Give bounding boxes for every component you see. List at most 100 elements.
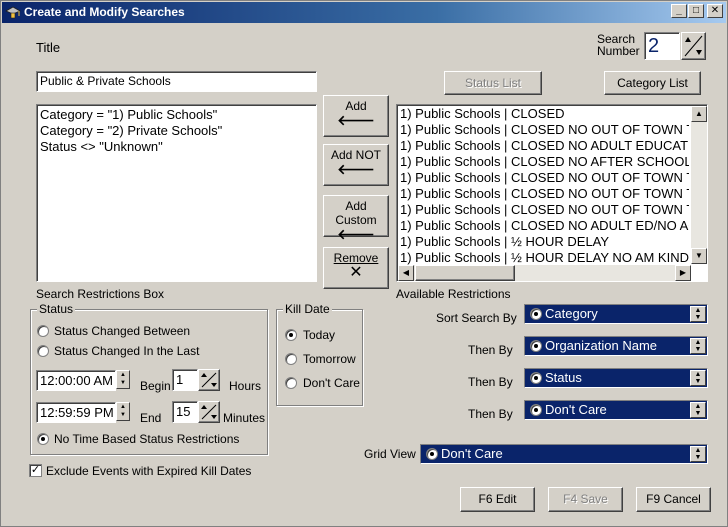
status-list-button[interactable]: Status List — [444, 71, 542, 95]
vertical-scrollbar[interactable]: ▲ ▼ — [691, 106, 707, 264]
remove-button[interactable]: Remove ✕ — [323, 247, 389, 289]
grid-view-radio — [426, 448, 438, 460]
add-custom-button[interactable]: Add Custom 🡐 — [323, 195, 389, 241]
arrow-left-icon: 🡐 — [337, 226, 375, 242]
title-input-value: Public & Private Schools — [40, 74, 171, 88]
spin-arrows-icon — [684, 35, 703, 57]
category-list-button[interactable]: Category List — [604, 71, 701, 95]
available-restriction-item[interactable]: 1) Public Schools | CLOSED NO OUT OF TOW… — [397, 170, 689, 186]
begin-label: Begin — [140, 379, 171, 393]
create-modify-searches-window: Create and Modify Searches _ □ ✕ Title P… — [0, 0, 728, 527]
hours-value: 1 — [176, 372, 184, 387]
begin-time-spin[interactable]: ▲ ▼ — [116, 370, 130, 389]
sort-radio — [530, 404, 542, 416]
then-by-1-select[interactable]: Organization Name ▲ ▼ — [524, 336, 708, 356]
hours-spin[interactable] — [198, 369, 220, 391]
available-restriction-item[interactable]: 1) Public Schools | ½ HOUR DELAY NO AM K… — [397, 250, 689, 266]
minimize-button[interactable]: _ — [671, 4, 687, 18]
restriction-item[interactable]: Status <> "Unknown" — [37, 139, 316, 155]
sort-radio — [530, 308, 542, 320]
then-by-2-select[interactable]: Status ▲ ▼ — [524, 368, 708, 388]
available-restriction-item[interactable]: 1) Public Schools | CLOSED NO ADULT EDUC… — [397, 138, 689, 154]
scroll-left-icon[interactable]: ◀ — [398, 265, 414, 281]
close-button[interactable]: ✕ — [707, 4, 723, 18]
spin-arrows-icon[interactable]: ▲ ▼ — [690, 338, 706, 354]
spin-arrows-icon[interactable]: ▲ ▼ — [690, 402, 706, 418]
title-bar[interactable]: Create and Modify Searches — [2, 2, 726, 23]
search-number-spin[interactable] — [681, 32, 706, 60]
kill-date-dont-care-radio[interactable] — [285, 377, 297, 389]
title-label: Title — [36, 40, 61, 55]
grid-view-label: Grid View — [364, 447, 416, 461]
spin-arrows-icon — [201, 372, 217, 388]
x-icon: ✕ — [349, 264, 363, 281]
available-restriction-item[interactable]: 1) Public Schools | CLOSED NO AFTER SCHO… — [397, 154, 689, 170]
exclude-expired-checkbox[interactable]: ✓ — [29, 464, 42, 477]
available-restriction-item[interactable]: 1) Public Schools | CLOSED NO OUT OF TOW… — [397, 202, 689, 218]
search-restrictions-label: Search Restrictions Box — [36, 287, 165, 301]
end-time-input[interactable]: 12:59:59 PM — [36, 402, 116, 423]
status-changed-between-radio[interactable] — [37, 325, 49, 337]
hours-input[interactable]: 1 — [172, 369, 198, 391]
kill-date-today-radio[interactable] — [285, 329, 297, 341]
end-label: End — [140, 411, 162, 425]
scroll-up-icon[interactable]: ▲ — [691, 106, 707, 122]
begin-time-value: 12:00:00 AM — [40, 373, 113, 388]
title-input[interactable]: Public & Private Schools — [36, 71, 317, 92]
f6-edit-button[interactable]: F6 Edit — [460, 487, 535, 512]
then-by-3-value: Don't Care — [545, 402, 607, 417]
available-restriction-item[interactable]: 1) Public Schools | ½ HOUR DELAY — [397, 234, 689, 250]
kill-date-group-title: Kill Date — [283, 302, 332, 316]
available-restriction-item[interactable]: 1) Public Schools | CLOSED — [397, 106, 689, 122]
no-time-restrictions-radio[interactable] — [37, 433, 49, 445]
spin-arrows-icon — [201, 404, 217, 420]
horizontal-scrollbar[interactable]: ◀ ▶ — [398, 265, 691, 281]
minutes-label: Minutes — [223, 411, 266, 425]
add-not-button[interactable]: Add NOT 🡐 — [323, 144, 389, 186]
hours-label: Hours — [229, 379, 262, 393]
grid-view-value: Don't Care — [441, 446, 503, 461]
status-changed-between-label: Status Changed Between — [54, 324, 191, 338]
search-restrictions-list[interactable]: Category = "1) Public Schools" Category =… — [36, 104, 317, 282]
status-changed-last-radio[interactable] — [37, 345, 49, 357]
restriction-item[interactable]: Category = "2) Private Schools" — [37, 123, 316, 139]
sort-radio — [530, 372, 542, 384]
available-restriction-item[interactable]: 1) Public Schools | CLOSED NO OUT OF TOW… — [397, 122, 689, 138]
minutes-input[interactable]: 15 — [172, 401, 198, 423]
available-restrictions-label: Available Restrictions — [396, 287, 511, 301]
scroll-down-icon[interactable]: ▼ — [691, 248, 707, 264]
f9-cancel-button[interactable]: F9 Cancel — [636, 487, 711, 512]
sort-radio — [530, 340, 542, 352]
remove-button-label: Remove — [333, 251, 379, 265]
available-restriction-item[interactable]: 1) Public Schools | CLOSED NO OUT OF TOW… — [397, 186, 689, 202]
maximize-button[interactable]: □ — [688, 4, 704, 18]
status-group-title: Status — [37, 302, 76, 316]
available-restrictions-list[interactable]: 1) Public Schools | CLOSED 1) Public Scho… — [396, 104, 708, 282]
status-changed-last-label: Status Changed In the Last — [54, 344, 200, 358]
sort-search-by-select[interactable]: Category ▲ ▼ — [524, 304, 708, 324]
scroll-thumb[interactable] — [415, 265, 515, 281]
scroll-right-icon[interactable]: ▶ — [675, 265, 691, 281]
kill-date-tomorrow-label: Tomorrow — [303, 352, 356, 366]
no-time-restrictions-label: No Time Based Status Restrictions — [54, 432, 240, 446]
add-custom-button-label: Add Custom — [335, 199, 377, 227]
minutes-value: 15 — [176, 404, 191, 419]
available-restriction-item[interactable]: 1) Public Schools | CLOSED NO ADULT ED/N… — [397, 218, 689, 234]
search-number-input[interactable]: 2 — [644, 32, 680, 60]
then-by-3-select[interactable]: Don't Care ▲ ▼ — [524, 400, 708, 420]
spin-arrows-icon[interactable]: ▲ ▼ — [690, 370, 706, 386]
sort-search-by-value: Category — [545, 306, 598, 321]
window-title: Create and Modify Searches — [24, 5, 185, 19]
spin-arrows-icon[interactable]: ▲ ▼ — [690, 446, 706, 462]
grid-view-select[interactable]: Don't Care ▲ ▼ — [420, 444, 708, 464]
kill-date-tomorrow-radio[interactable] — [285, 353, 297, 365]
end-time-spin[interactable]: ▲ ▼ — [116, 402, 130, 421]
begin-time-input[interactable]: 12:00:00 AM — [36, 370, 116, 391]
add-button[interactable]: Add 🡐 — [323, 95, 389, 137]
restriction-item[interactable]: Category = "1) Public Schools" — [37, 107, 316, 123]
minutes-spin[interactable] — [198, 401, 220, 423]
then-by-1-value: Organization Name — [545, 338, 657, 353]
spin-arrows-icon[interactable]: ▲ ▼ — [690, 306, 706, 322]
f4-save-button[interactable]: F4 Save — [548, 487, 623, 512]
kill-date-today-label: Today — [303, 328, 336, 342]
